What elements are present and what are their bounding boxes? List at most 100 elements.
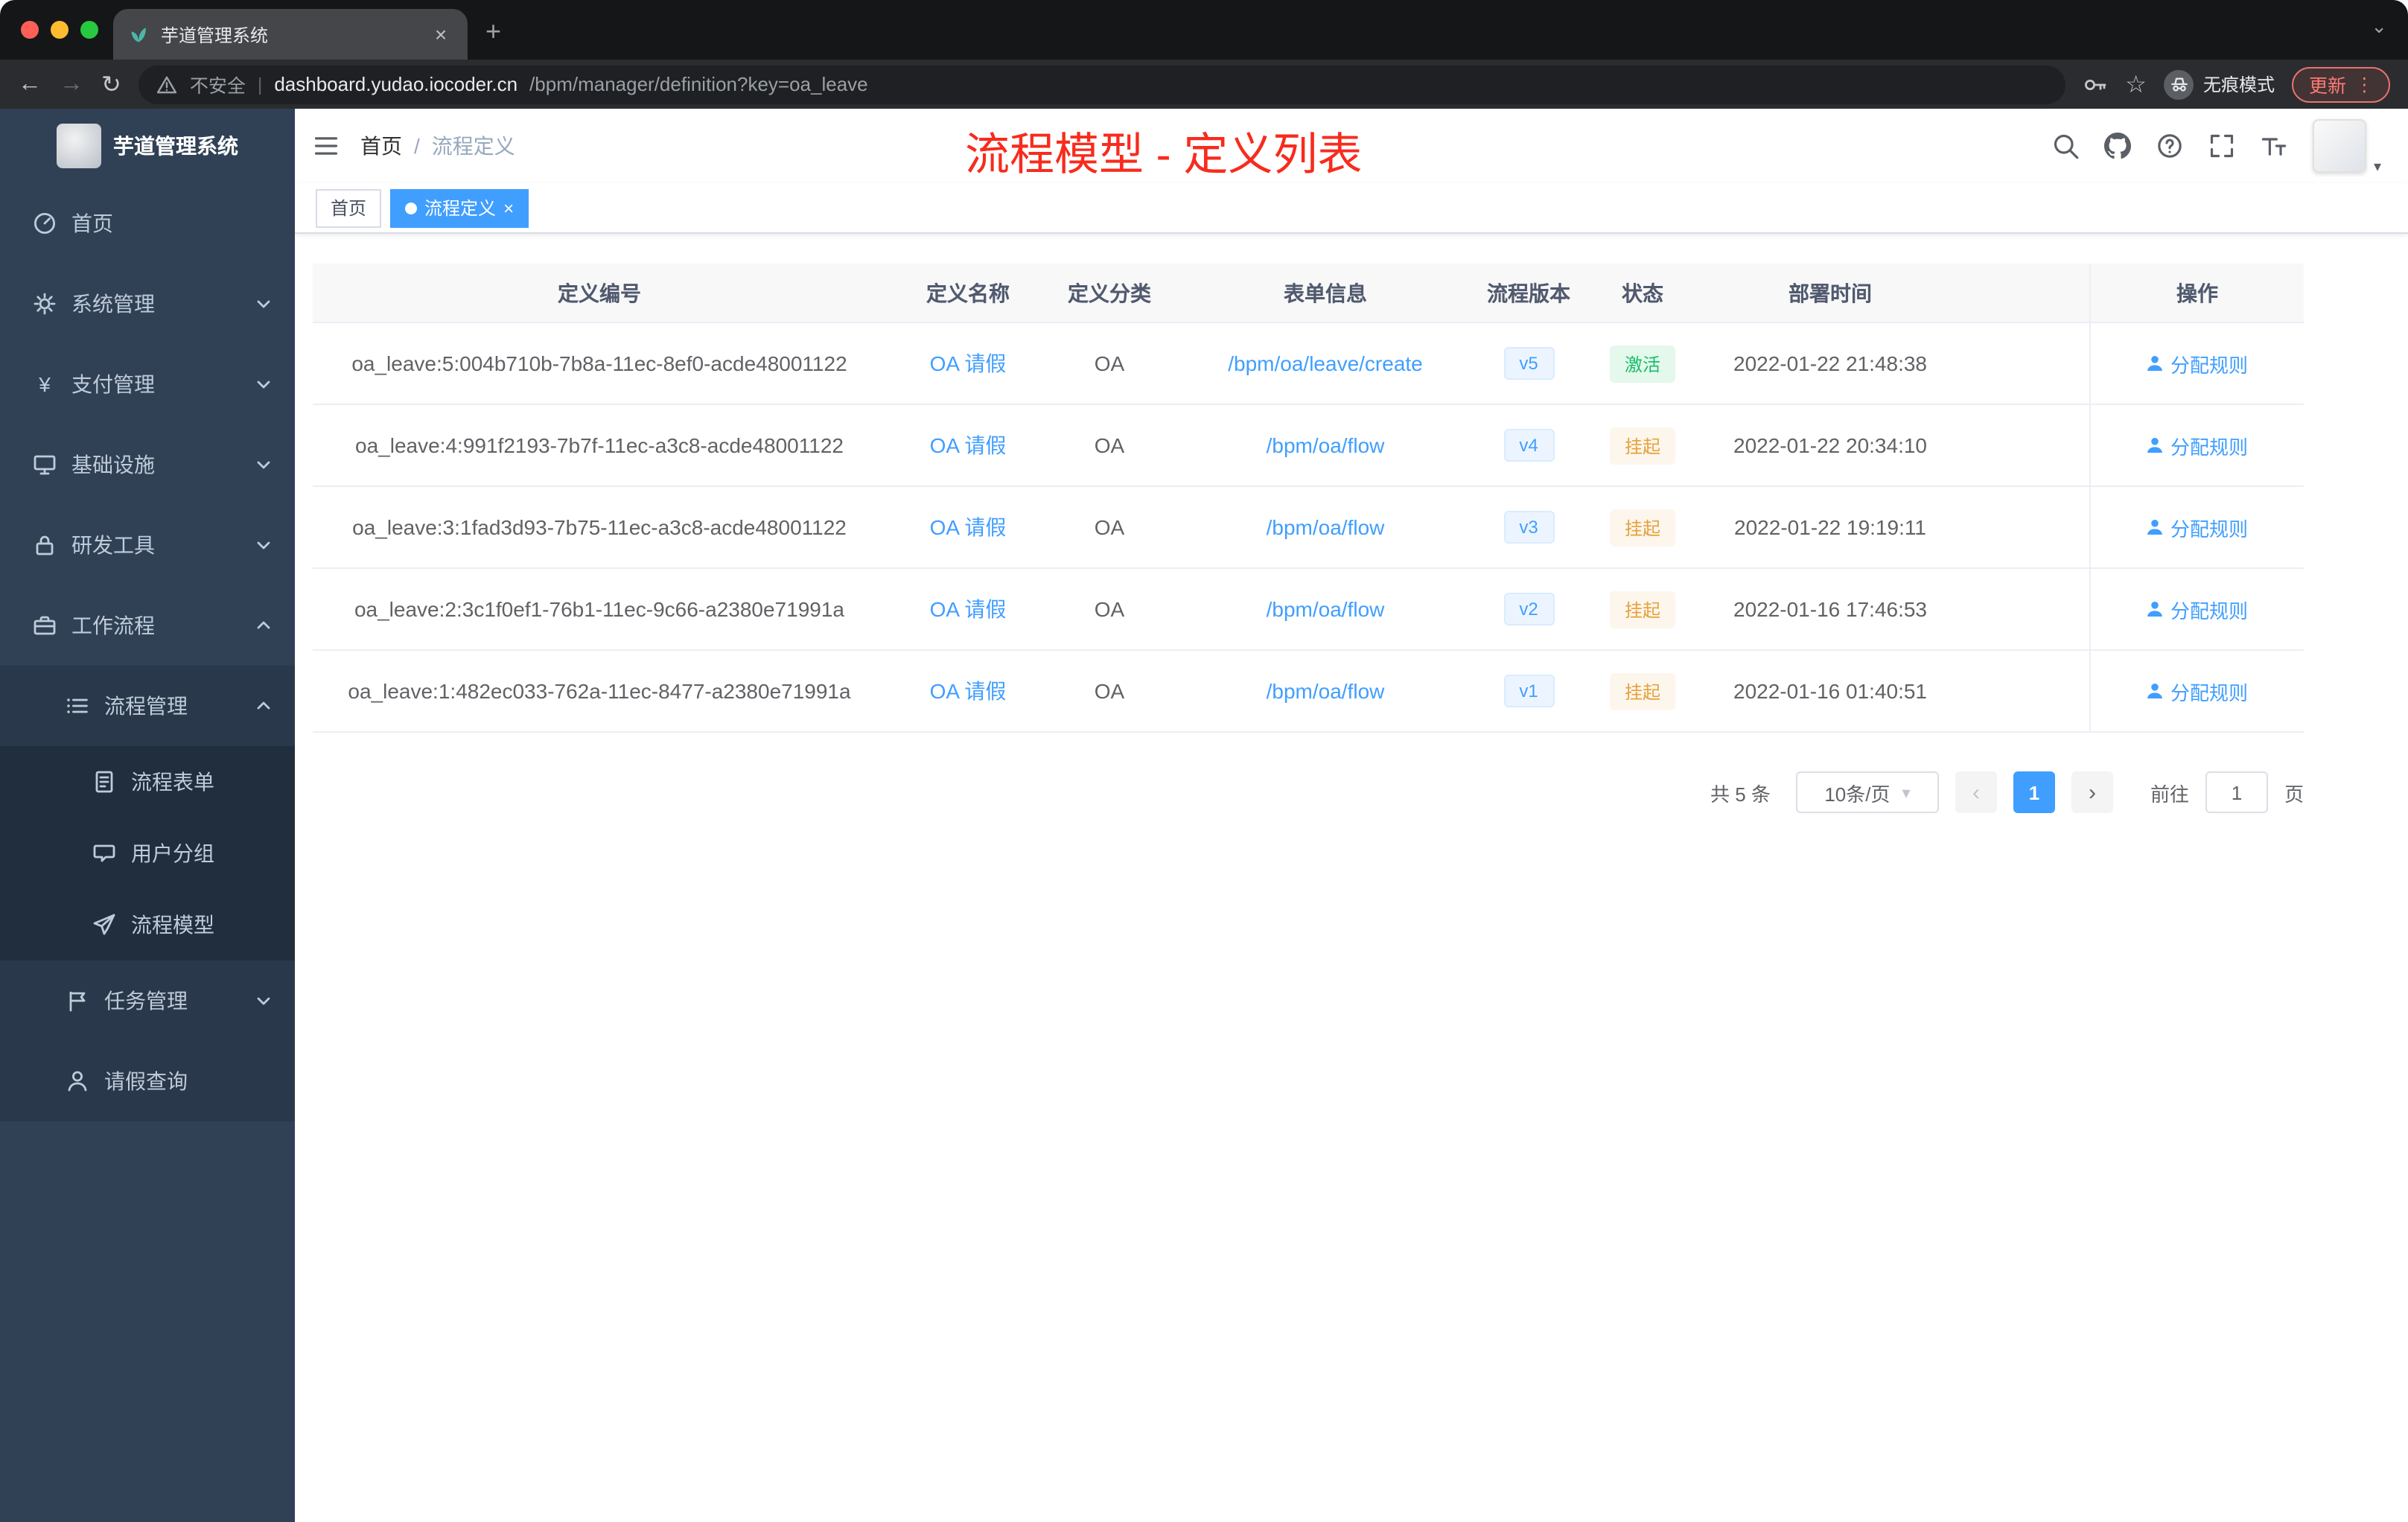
sidebar-item-workflow[interactable]: 工作流程 (0, 585, 295, 666)
toolbar-right: ☆ 无痕模式 更新 ⋮ (2083, 66, 2390, 102)
definition-name-link[interactable]: OA 请假 (930, 676, 1007, 706)
sidebar-item-system[interactable]: 系统管理 (0, 264, 295, 344)
deploy-time: 2022-01-22 20:34:10 (1733, 433, 1927, 457)
fullscreen-icon[interactable] (2208, 133, 2235, 159)
tab-search-chevron-icon[interactable]: ⌄ (2371, 15, 2387, 39)
bookmark-star-icon[interactable]: ☆ (2125, 69, 2147, 99)
status-badge: 挂起 (1609, 509, 1675, 546)
chevron-down-icon (257, 541, 270, 550)
back-button[interactable]: ← (18, 71, 42, 98)
sidebar-item-user-group[interactable]: 用户分组 (0, 818, 295, 889)
url-separator: | (257, 74, 263, 95)
definition-category: OA (1094, 679, 1125, 703)
definition-category: OA (1094, 597, 1125, 621)
column-header: 部署时间 (1789, 281, 1872, 305)
definition-name-link[interactable]: OA 请假 (930, 430, 1007, 460)
new-tab-button[interactable]: + (485, 16, 501, 48)
column-header: 定义编号 (558, 281, 641, 305)
form-link[interactable]: /bpm/oa/flow (1267, 597, 1385, 621)
person-icon (2147, 438, 2163, 453)
tag-process-definition[interactable]: 流程定义 × (390, 188, 529, 227)
sidebar-item-infrastructure[interactable]: 基础设施 (0, 424, 295, 505)
reload-button[interactable]: ↻ (101, 69, 121, 99)
top-navbar: 首页 / 流程定义 流程模型 - 定义列表 ▾ (295, 109, 2408, 183)
table-row: oa_leave:2:3c1f0ef1-76b1-11ec-9c66-a2380… (313, 569, 2304, 651)
action-label: 分配规则 (2170, 518, 2248, 540)
forward-button[interactable]: → (60, 71, 83, 98)
sidebar-item-devtools[interactable]: 研发工具 (0, 505, 295, 585)
window-minimize-button[interactable] (51, 21, 69, 39)
sidebar-item-process-management[interactable]: 流程管理 (0, 666, 295, 746)
form-link[interactable]: /bpm/oa/flow (1267, 433, 1385, 457)
sidebar-item-label: 流程模型 (131, 913, 214, 937)
definition-name-link[interactable]: OA 请假 (930, 512, 1007, 542)
process-management-submenu: 流程表单 用户分组 流程模型 (0, 746, 295, 961)
sidebar-item-task-management[interactable]: 任务管理 (0, 961, 295, 1041)
page-jump-input[interactable] (2205, 771, 2268, 813)
chat-icon (93, 844, 115, 862)
help-icon[interactable] (2156, 133, 2183, 159)
sidebar-item-leave-query[interactable]: 请假查询 (0, 1041, 295, 1121)
sidebar-item-label: 流程表单 (131, 770, 214, 794)
sidebar-item-home[interactable]: 首页 (0, 183, 295, 264)
hamburger-icon[interactable] (313, 133, 340, 159)
tab-title: 芋道管理系统 (161, 25, 269, 45)
assign-rule-button[interactable]: 分配规则 (2147, 349, 2248, 378)
goto-label: 前往 (2150, 783, 2189, 805)
form-link[interactable]: /bpm/oa/flow (1267, 515, 1385, 539)
page-size-select[interactable]: 10条/页 ▾ (1795, 771, 1939, 813)
key-icon[interactable] (2083, 72, 2107, 96)
assign-rule-button[interactable]: 分配规则 (2147, 513, 2248, 541)
browser-tab-strip: 芋道管理系统 × + ⌄ (0, 0, 2408, 60)
sidebar-item-process-model[interactable]: 流程模型 (0, 889, 295, 961)
definition-name-link[interactable]: OA 请假 (930, 348, 1007, 378)
tags-view-bar: 首页 流程定义 × (295, 183, 2408, 234)
flag-icon (69, 991, 86, 1012)
chevron-down-icon (257, 461, 270, 469)
person-icon (2147, 684, 2163, 698)
column-header: 定义分类 (1068, 281, 1151, 305)
sidebar-item-label: 系统管理 (71, 292, 155, 316)
sidebar: 芋道管理系统 首页 系统管理 ¥ 支付管理 基础设施 研发工具 工作流程 流程管… (0, 109, 295, 1522)
tag-active-dot (405, 202, 418, 214)
search-icon[interactable] (2052, 133, 2079, 159)
row-spacer (1951, 487, 2089, 567)
sidebar-logo[interactable]: 芋道管理系统 (0, 109, 295, 183)
next-page-button[interactable]: › (2071, 771, 2113, 813)
incognito-indicator: 无痕模式 (2164, 69, 2275, 99)
version-badge: v3 (1503, 511, 1554, 544)
assign-rule-button[interactable]: 分配规则 (2147, 677, 2248, 705)
action-label: 分配规则 (2170, 436, 2248, 458)
definition-id: oa_leave:4:991f2193-7b7f-11ec-a3c8-acde4… (355, 433, 844, 457)
browser-tab[interactable]: 芋道管理系统 × (113, 9, 468, 60)
chevron-down-icon (257, 997, 270, 1005)
definition-name-link[interactable]: OA 请假 (930, 594, 1007, 624)
current-page-button[interactable]: 1 (2013, 771, 2055, 813)
row-spacer (1951, 651, 2089, 731)
version-badge: v4 (1503, 429, 1554, 462)
row-spacer (1951, 569, 2089, 649)
user-avatar[interactable]: ▾ (2313, 119, 2381, 176)
tag-home[interactable]: 首页 (316, 188, 382, 227)
warning-icon (157, 75, 177, 93)
chrome-update-button[interactable]: 更新 ⋮ (2292, 66, 2390, 102)
sidebar-item-payment[interactable]: ¥ 支付管理 (0, 344, 295, 424)
tag-close-icon[interactable]: × (503, 197, 514, 218)
sidebar-item-process-form[interactable]: 流程表单 (0, 746, 295, 818)
form-link[interactable]: /bpm/oa/leave/create (1228, 351, 1423, 375)
chevron-down-icon (257, 300, 270, 308)
window-zoom-button[interactable] (80, 21, 98, 39)
row-spacer (1951, 405, 2089, 485)
window-close-button[interactable] (21, 21, 39, 39)
font-size-icon[interactable] (2261, 133, 2287, 159)
browser-menu-icon[interactable]: ⋮ (2355, 73, 2374, 95)
assign-rule-button[interactable]: 分配规则 (2147, 595, 2248, 623)
form-link[interactable]: /bpm/oa/flow (1267, 679, 1385, 703)
prev-page-button[interactable]: ‹ (1955, 771, 1997, 813)
github-icon[interactable] (2104, 133, 2131, 159)
breadcrumb-home[interactable]: 首页 (360, 131, 402, 161)
address-bar[interactable]: 不安全 | dashboard.yudao.iocoder.cn/bpm/man… (138, 65, 2066, 104)
assign-rule-button[interactable]: 分配规则 (2147, 431, 2248, 459)
tab-close-icon[interactable]: × (429, 22, 453, 46)
table-header-row: 定义编号 定义名称 定义分类 表单信息 流程版本 状态 部署时间 操作 (313, 264, 2304, 323)
